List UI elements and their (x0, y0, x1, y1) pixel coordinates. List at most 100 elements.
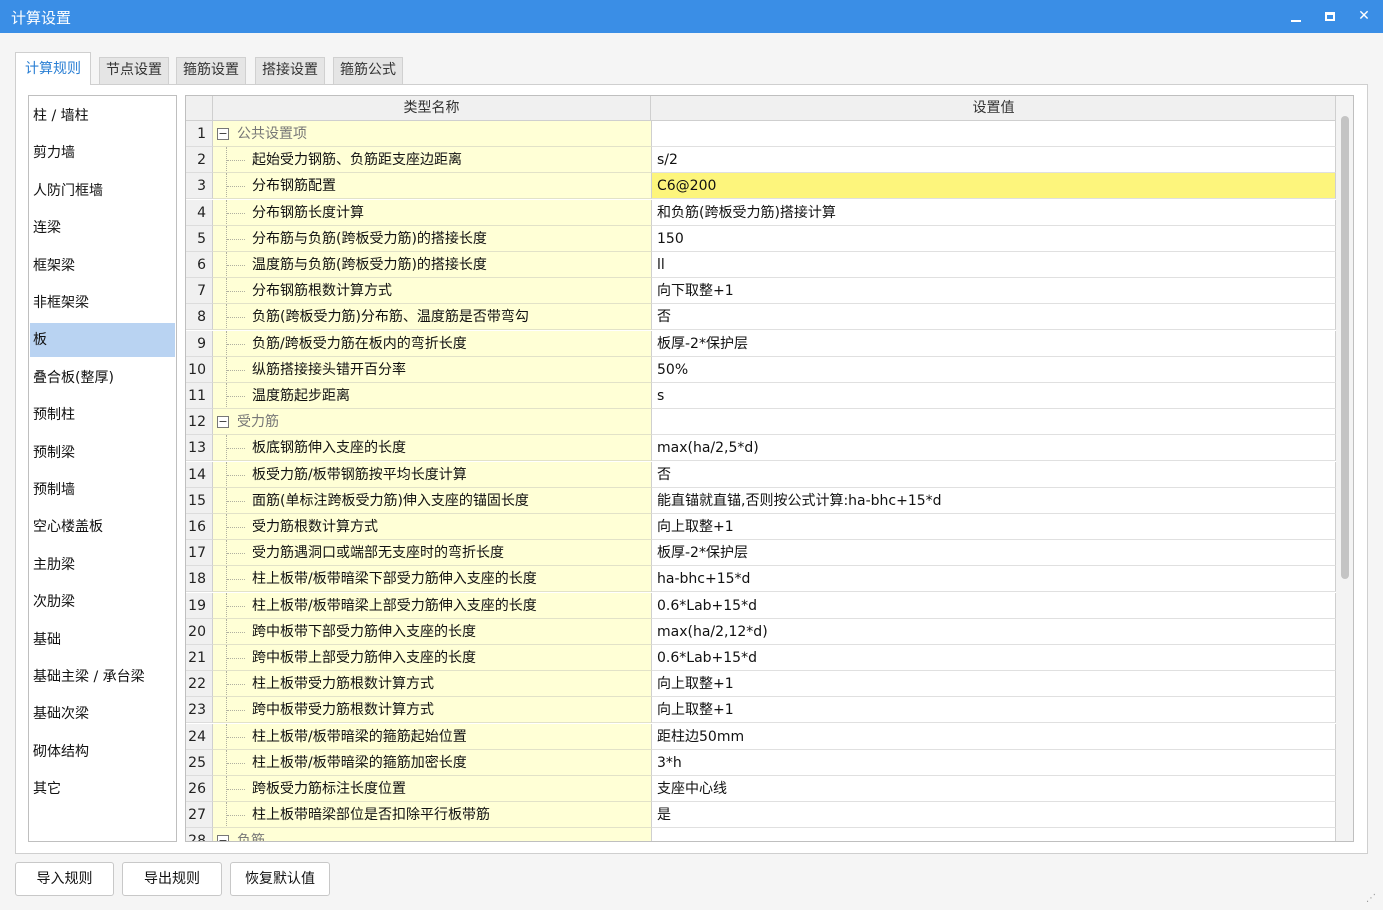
table-row[interactable]: 9 负筋/跨板受力筋在板内的弯折长度 板厚-2*保护层 (186, 330, 1336, 357)
tab-lap-settings[interactable]: 搭接设置 (255, 57, 325, 84)
column-header-value[interactable]: 设置值 (652, 96, 1336, 121)
sidebar-item[interactable]: 预制墙 (30, 473, 175, 507)
collapse-icon[interactable]: − (217, 416, 229, 429)
sidebar-item[interactable]: 非框架梁 (30, 286, 175, 320)
setting-value-cell[interactable]: 0.6*Lab+15*d (652, 592, 1336, 619)
setting-value-cell[interactable]: 否 (652, 461, 1336, 488)
setting-name-cell: 柱上板带暗梁部位是否扣除平行板带筋 (213, 802, 652, 829)
tab-calc-rules[interactable]: 计算规则 (15, 52, 91, 85)
sidebar-item[interactable]: 人防门框墙 (30, 174, 175, 208)
setting-value-cell[interactable]: 板厚-2*保护层 (652, 330, 1336, 357)
import-rules-button[interactable]: 导入规则 (15, 862, 114, 896)
setting-value-cell[interactable]: ha-bhc+15*d (652, 566, 1336, 593)
group-row[interactable]: 28− 负筋 (186, 828, 1336, 841)
sidebar-item[interactable]: 其它 (30, 772, 175, 806)
sidebar-item[interactable]: 空心楼盖板 (30, 510, 175, 544)
setting-value-cell[interactable]: 向上取整+1 (652, 514, 1336, 540)
maximize-button[interactable] (1318, 4, 1342, 28)
setting-value-cell[interactable] (652, 121, 1336, 147)
sidebar-item[interactable]: 预制梁 (30, 436, 175, 470)
setting-value-cell[interactable]: C6@200 (652, 173, 1336, 200)
restore-defaults-button[interactable]: 恢复默认值 (230, 862, 330, 896)
row-number: 23 (186, 697, 213, 724)
close-button[interactable]: ✕ (1352, 4, 1376, 28)
collapse-icon[interactable]: − (217, 835, 229, 841)
table-row[interactable]: 4 分布钢筋长度计算 和负筋(跨板受力筋)搭接计算 (186, 199, 1336, 226)
table-row[interactable]: 11 温度筋起步距离 s (186, 383, 1336, 409)
column-header-name[interactable]: 类型名称 (213, 96, 651, 121)
tree-line (226, 225, 246, 251)
group-row[interactable]: 12− 受力筋 (186, 409, 1336, 436)
setting-value-cell[interactable]: 0.6*Lab+15*d (652, 645, 1336, 671)
sidebar-item[interactable]: 板 (30, 323, 175, 358)
vertical-scrollbar[interactable] (1336, 96, 1353, 841)
table-row[interactable]: 17 受力筋遇洞口或端部无支座时的弯折长度 板厚-2*保护层 (186, 540, 1336, 567)
setting-value-cell[interactable]: 距柱边50mm (652, 723, 1336, 750)
setting-value-cell[interactable]: 向上取整+1 (652, 671, 1336, 698)
setting-value-cell[interactable]: 向上取整+1 (652, 697, 1336, 724)
sidebar-item[interactable]: 基础主梁 / 承台梁 (30, 660, 175, 694)
sidebar-item[interactable]: 框架梁 (30, 249, 175, 283)
setting-value-cell[interactable]: ll (652, 252, 1336, 278)
table-row[interactable]: 23 跨中板带受力筋根数计算方式 向上取整+1 (186, 697, 1336, 724)
table-row[interactable]: 10 纵筋搭接接头错开百分率 50% (186, 356, 1336, 383)
table-row[interactable]: 14 板受力筋/板带钢筋按平均长度计算 否 (186, 461, 1336, 488)
table-row[interactable]: 25 柱上板带/板带暗梁的箍筋加密长度 3*h (186, 749, 1336, 776)
table-row[interactable]: 20 跨中板带下部受力筋伸入支座的长度 max(ha/2,12*d) (186, 618, 1336, 645)
tree-line (226, 802, 246, 828)
collapse-icon[interactable]: − (217, 128, 229, 140)
table-row[interactable]: 24 柱上板带/板带暗梁的箍筋起始位置 距柱边50mm (186, 723, 1336, 750)
setting-value-cell[interactable]: 否 (652, 304, 1336, 331)
sidebar-item[interactable]: 次肋梁 (30, 585, 175, 619)
tab-stirrup-formula[interactable]: 箍筋公式 (333, 57, 403, 84)
sidebar-item[interactable]: 柱 / 墙柱 (30, 99, 175, 133)
setting-name-cell: − 公共设置项 (213, 121, 652, 147)
setting-value-cell[interactable]: 板厚-2*保护层 (652, 540, 1336, 567)
sidebar-item[interactable]: 砌体结构 (30, 735, 175, 769)
table-row[interactable]: 2 起始受力钢筋、负筋距支座边距离 s/2 (186, 147, 1336, 174)
table-row[interactable]: 27 柱上板带暗梁部位是否扣除平行板带筋 是 (186, 802, 1336, 829)
table-row[interactable]: 3 分布钢筋配置 C6@200 (186, 173, 1336, 200)
table-row[interactable]: 13 板底钢筋伸入支座的长度 max(ha/2,5*d) (186, 435, 1336, 462)
setting-value-cell[interactable]: 50% (652, 356, 1336, 383)
setting-value-cell[interactable]: s/2 (652, 147, 1336, 174)
setting-value-cell[interactable] (652, 409, 1336, 436)
table-row[interactable]: 22 柱上板带受力筋根数计算方式 向上取整+1 (186, 671, 1336, 698)
sidebar-item[interactable]: 基础 (30, 623, 175, 657)
minimize-button[interactable] (1284, 4, 1308, 28)
scrollbar-thumb[interactable] (1341, 116, 1349, 579)
tab-node-settings[interactable]: 节点设置 (99, 57, 169, 84)
setting-value-cell[interactable]: max(ha/2,12*d) (652, 618, 1336, 645)
sidebar-item[interactable]: 主肋梁 (30, 548, 175, 582)
table-row[interactable]: 18 柱上板带/板带暗梁下部受力筋伸入支座的长度 ha-bhc+15*d (186, 566, 1336, 593)
export-rules-button[interactable]: 导出规则 (122, 862, 222, 896)
setting-value-cell[interactable]: 150 (652, 225, 1336, 252)
setting-value-cell[interactable]: s (652, 383, 1336, 409)
setting-name: 受力筋遇洞口或端部无支座时的弯折长度 (252, 545, 504, 562)
sidebar-item[interactable]: 预制柱 (30, 398, 175, 432)
table-row[interactable]: 19 柱上板带/板带暗梁上部受力筋伸入支座的长度 0.6*Lab+15*d (186, 592, 1336, 619)
setting-value-cell[interactable]: max(ha/2,5*d) (652, 435, 1336, 462)
table-row[interactable]: 26 跨板受力筋标注长度位置 支座中心线 (186, 776, 1336, 802)
table-row[interactable]: 5 分布筋与负筋(跨板受力筋)的搭接长度 150 (186, 225, 1336, 252)
table-row[interactable]: 6 温度筋与负筋(跨板受力筋)的搭接长度 ll (186, 252, 1336, 278)
table-row[interactable]: 8 负筋(跨板受力筋)分布筋、温度筋是否带弯勾 否 (186, 304, 1336, 331)
setting-value-cell[interactable] (652, 828, 1336, 841)
setting-value-cell[interactable]: 是 (652, 802, 1336, 829)
tab-stirrup-settings[interactable]: 箍筋设置 (176, 57, 246, 84)
setting-value-cell[interactable]: 能直锚就直锚,否则按公式计算:ha-bhc+15*d (652, 487, 1336, 514)
setting-value-cell[interactable]: 支座中心线 (652, 776, 1336, 802)
table-row[interactable]: 21 跨中板带上部受力筋伸入支座的长度 0.6*Lab+15*d (186, 645, 1336, 671)
table-row[interactable]: 7 分布钢筋根数计算方式 向下取整+1 (186, 278, 1336, 305)
sidebar-item[interactable]: 剪力墙 (30, 136, 175, 170)
setting-value-cell[interactable]: 和负筋(跨板受力筋)搭接计算 (652, 199, 1336, 226)
setting-value-cell[interactable]: 向下取整+1 (652, 278, 1336, 305)
group-row[interactable]: 1− 公共设置项 (186, 121, 1336, 147)
resize-grip-icon[interactable]: ⋰ (1366, 893, 1378, 905)
table-row[interactable]: 16 受力筋根数计算方式 向上取整+1 (186, 514, 1336, 540)
sidebar-item[interactable]: 叠合板(整厚) (30, 361, 175, 395)
sidebar-item[interactable]: 基础次梁 (30, 697, 175, 731)
table-row[interactable]: 15 面筋(单标注跨板受力筋)伸入支座的锚固长度 能直锚就直锚,否则按公式计算:ha… (186, 487, 1336, 514)
sidebar-item[interactable]: 连梁 (30, 211, 175, 245)
setting-value-cell[interactable]: 3*h (652, 749, 1336, 776)
